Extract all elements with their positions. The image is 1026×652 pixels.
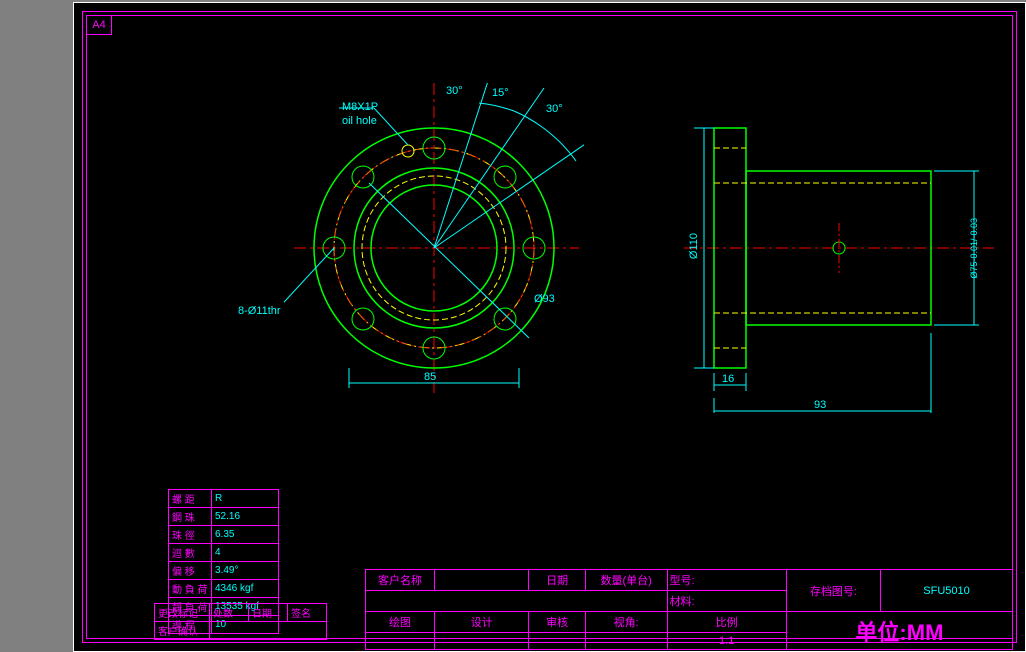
side-view: [684, 123, 1004, 413]
dim-a2: 15°: [492, 87, 509, 99]
unit-label: 单位:MM: [855, 620, 943, 645]
dim-85: 85: [424, 371, 436, 383]
revision-table: 更改标记处数日期签名 客户确认: [154, 603, 327, 640]
dim-a3: 30°: [546, 103, 563, 115]
dim-93: 93: [814, 399, 826, 411]
front-view: [284, 83, 584, 403]
dim-d93: Ø93: [534, 293, 555, 305]
dim-a1: 30°: [446, 85, 463, 97]
dim-oil1: M8X1P: [342, 101, 378, 113]
dim-holes: 8-Ø11thr: [238, 305, 281, 317]
dim-16: 16: [722, 373, 734, 385]
dim-d110: Ø110: [688, 233, 700, 259]
cad-viewport: A4 M8X1P oil hole 30° 15° 30° 8-Ø11thr Ø…: [0, 0, 1026, 652]
paper-size-label: A4: [86, 15, 112, 35]
dim-oil2: oil hole: [342, 115, 377, 127]
drawing-canvas[interactable]: A4 M8X1P oil hole 30° 15° 30° 8-Ø11thr Ø…: [73, 2, 1026, 652]
title-block: 客户名称 日期 数量(单台) 型号: 存档图号: SFU5010 材料: 绘图 …: [365, 569, 1013, 639]
dim-d75: Ø75-0.01/-0.03: [969, 218, 979, 279]
